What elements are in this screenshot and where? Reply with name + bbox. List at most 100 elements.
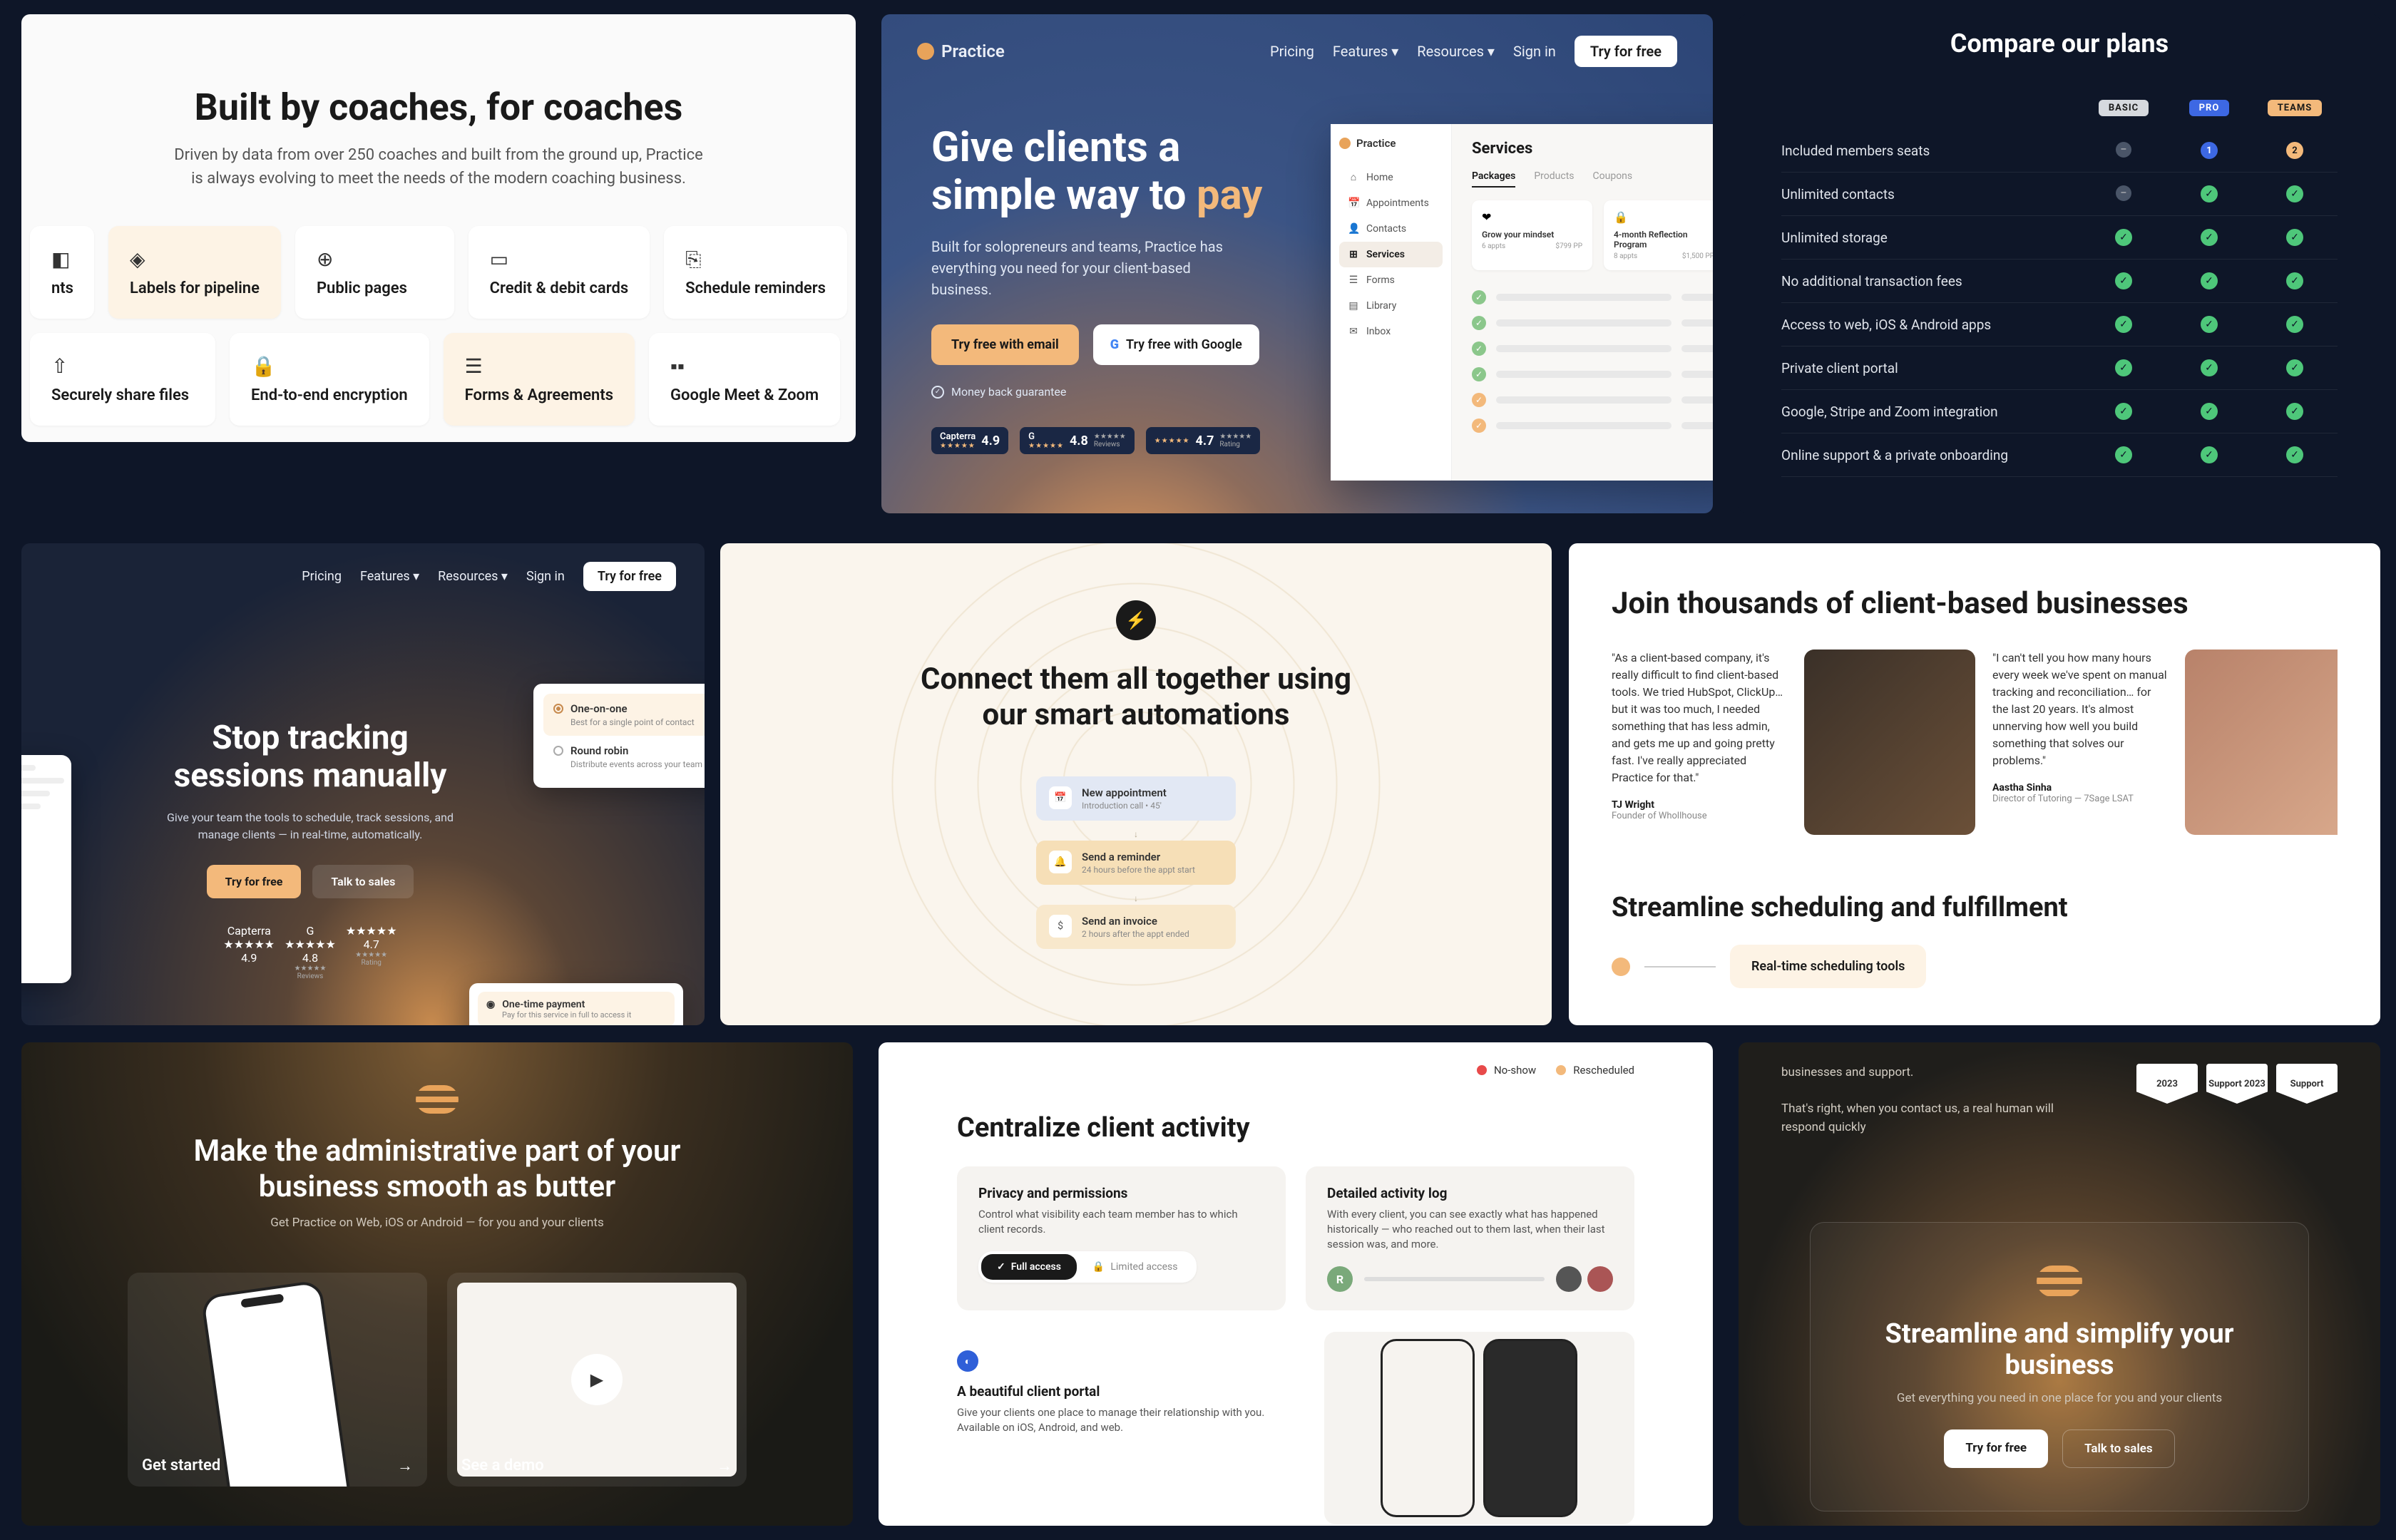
play-icon: ▶ bbox=[571, 1354, 623, 1405]
avatar: R bbox=[1327, 1266, 1353, 1292]
nav-signin[interactable]: Sign in bbox=[1513, 43, 1556, 60]
talk-to-sales-button[interactable]: Talk to sales bbox=[312, 865, 414, 898]
check-icon: ✓ bbox=[2286, 185, 2303, 202]
plan-pill-basic: BASIC bbox=[2099, 100, 2149, 116]
tab-packages[interactable]: Packages bbox=[1472, 170, 1515, 188]
phone-mock-dark bbox=[1483, 1339, 1577, 1517]
brand-logo[interactable]: Practice bbox=[917, 41, 1005, 61]
list-item[interactable]: ✓ bbox=[1472, 361, 1713, 387]
feature-card[interactable]: ⇧Securely share files bbox=[30, 333, 215, 426]
try-email-button[interactable]: Try free with email bbox=[931, 324, 1079, 365]
section-title: Streamline scheduling and fulfillment bbox=[1612, 892, 2338, 923]
phone-mock-icon bbox=[200, 1280, 354, 1487]
list-item[interactable]: ✓ bbox=[1472, 387, 1713, 413]
feature-label: Private client portal bbox=[1781, 360, 2081, 376]
sidebar-item-appointments[interactable]: 📅Appointments bbox=[1339, 190, 1443, 216]
top-nav: Practice Pricing Features ▾ Resources ▾ … bbox=[881, 14, 1713, 67]
brand-mark-icon bbox=[917, 43, 934, 60]
tile-built-by-coaches: Built by coaches, for coaches Driven by … bbox=[21, 14, 856, 442]
avatar bbox=[1556, 1266, 1582, 1292]
feature-card[interactable]: ▯Dedicated bbox=[854, 333, 856, 426]
package-card[interactable]: ❤Grow your mindset6 appts$799 PP bbox=[1472, 200, 1592, 270]
feature-card[interactable]: ▪▪Google Meet & Zoom bbox=[649, 333, 840, 426]
rating-badge: ★★★★★4.7★★★★★Rating bbox=[1146, 427, 1261, 454]
feature-card[interactable]: ◈ Labels for pipeline bbox=[108, 226, 281, 319]
sidebar-icon: 👤 bbox=[1348, 223, 1359, 235]
feature-label: Credit & debit cards bbox=[490, 279, 629, 297]
seg-limited-access[interactable]: 🔒Limited access bbox=[1077, 1254, 1194, 1280]
nav-signin[interactable]: Sign in bbox=[526, 569, 565, 584]
see-demo-card[interactable]: ▶ See a demo→ bbox=[447, 1273, 747, 1487]
nav-features[interactable]: Features ▾ bbox=[1333, 43, 1398, 60]
sidebar-item-library[interactable]: ▤Library bbox=[1339, 293, 1443, 319]
feature-card[interactable]: ☰Forms & Agreements bbox=[444, 333, 635, 426]
rating-badge: ★★★★★4.7★★★★★Rating bbox=[346, 924, 397, 980]
radio-option[interactable]: Round robinDistribute events across your… bbox=[543, 736, 705, 778]
check-icon: ✓ bbox=[2286, 316, 2303, 333]
get-started-card[interactable]: Get started→ bbox=[128, 1273, 427, 1487]
feature-icon: ◈ bbox=[130, 247, 260, 271]
try-for-free-button[interactable]: Try for free bbox=[1575, 36, 1677, 67]
plan-feature-row: Online support & a private onboarding✓✓✓ bbox=[1781, 433, 2338, 477]
list-item[interactable]: ✓ bbox=[1472, 336, 1713, 361]
floating-card-payment-type: ◉One-time paymentPay for this service in… bbox=[469, 983, 683, 1025]
feature-card[interactable]: ◧nts bbox=[30, 226, 94, 319]
sidebar-item-forms[interactable]: ☰Forms bbox=[1339, 267, 1443, 293]
sidebar-item-inbox[interactable]: ✉Inbox bbox=[1339, 319, 1443, 344]
feature-label: Schedule reminders bbox=[685, 279, 826, 297]
list-item[interactable]: ✓ bbox=[1472, 310, 1713, 336]
automation-step[interactable]: 🔔Send a reminder24 hours before the appt… bbox=[1036, 841, 1236, 885]
feature-card[interactable]: ▭Credit & debit cards bbox=[469, 226, 650, 319]
feature-icon: 🔒 bbox=[251, 354, 408, 378]
seg-full-access[interactable]: ✓Full access bbox=[981, 1254, 1077, 1280]
sidebar-item-contacts[interactable]: 👤Contacts bbox=[1339, 216, 1443, 242]
try-for-free-button[interactable]: Try for free bbox=[1944, 1429, 2048, 1468]
plan-feature-row: Access to web, iOS & Android apps✓✓✓ bbox=[1781, 303, 2338, 346]
list-item[interactable]: ✓ bbox=[1472, 413, 1713, 438]
nav-features[interactable]: Features ▾ bbox=[360, 569, 419, 584]
subheading: Get Practice on Web, iOS or Android — fo… bbox=[107, 1216, 767, 1230]
access-segmented-control[interactable]: ✓Full access 🔒Limited access bbox=[978, 1251, 1197, 1283]
card-activity-log: Detailed activity log With every client,… bbox=[1306, 1166, 1634, 1310]
dash-icon: – bbox=[2116, 185, 2131, 201]
try-google-button[interactable]: GTry free with Google bbox=[1093, 324, 1259, 365]
hero-subtitle: Give your team the tools to schedule, tr… bbox=[157, 809, 464, 843]
card-privacy: Privacy and permissions Control what vis… bbox=[957, 1166, 1286, 1310]
try-for-free-button[interactable]: Try for free bbox=[207, 865, 302, 898]
plan-feature-row: Unlimited storage✓✓✓ bbox=[1781, 216, 2338, 260]
nav-pricing[interactable]: Pricing bbox=[302, 569, 342, 584]
nav-pricing[interactable]: Pricing bbox=[1270, 43, 1314, 60]
tile-centralize-activity: No-show Rescheduled Centralize client ac… bbox=[879, 1042, 1713, 1526]
check-icon: ✓ bbox=[2201, 272, 2218, 289]
feature-card[interactable]: 🔒 End-to-end encryption bbox=[230, 333, 429, 426]
feature-box[interactable]: Real-time scheduling tools bbox=[1730, 945, 1926, 988]
tabs: Packages Products Coupons bbox=[1472, 170, 1713, 188]
automation-step[interactable]: $Send an invoice2 hours after the appt e… bbox=[1036, 905, 1236, 949]
tab-coupons[interactable]: Coupons bbox=[1593, 170, 1633, 188]
tab-products[interactable]: Products bbox=[1534, 170, 1574, 188]
radio-option[interactable]: ◉One-time paymentPay for this service in… bbox=[478, 992, 675, 1025]
top-nav: Pricing Features ▾ Resources ▾ Sign in T… bbox=[21, 543, 705, 591]
feature-card[interactable]: ⊕Public pages bbox=[295, 226, 454, 319]
radio-option[interactable]: One-on-oneBest for a single point of con… bbox=[543, 694, 705, 736]
feature-label: Forms & Agreements bbox=[465, 386, 613, 404]
plan-feature-row: Unlimited contacts–✓✓ bbox=[1781, 173, 2338, 216]
feature-card[interactable]: ⎘Schedule reminders bbox=[664, 226, 847, 319]
list-item[interactable]: ✓ bbox=[1472, 284, 1713, 310]
card-portal-phones bbox=[1324, 1332, 1634, 1524]
try-for-free-button[interactable]: Try for free bbox=[583, 562, 676, 591]
package-card[interactable]: 🔒4-month Reflection Program8 appts$1,500… bbox=[1604, 200, 1713, 270]
sidebar-item-home[interactable]: ⌂Home bbox=[1339, 164, 1443, 190]
feature-label: Labels for pipeline bbox=[130, 279, 260, 297]
talk-to-sales-button[interactable]: Talk to sales bbox=[2062, 1429, 2175, 1468]
feature-label: End-to-end encryption bbox=[251, 386, 408, 404]
nav-resources[interactable]: Resources ▾ bbox=[438, 569, 508, 584]
check-icon: ✓ bbox=[2201, 229, 2218, 246]
check-icon: ✓ bbox=[997, 1261, 1005, 1273]
nav-resources[interactable]: Resources ▾ bbox=[1417, 43, 1495, 60]
step-icon: 🔔 bbox=[1049, 851, 1072, 873]
check-icon: ✓ bbox=[1472, 393, 1486, 407]
automation-step[interactable]: 📅New appointmentIntroduction call • 45' bbox=[1036, 776, 1236, 821]
tile-cta-streamline: businesses and support. That's right, wh… bbox=[1739, 1042, 2380, 1526]
sidebar-item-services[interactable]: ⊞Services bbox=[1339, 242, 1443, 267]
